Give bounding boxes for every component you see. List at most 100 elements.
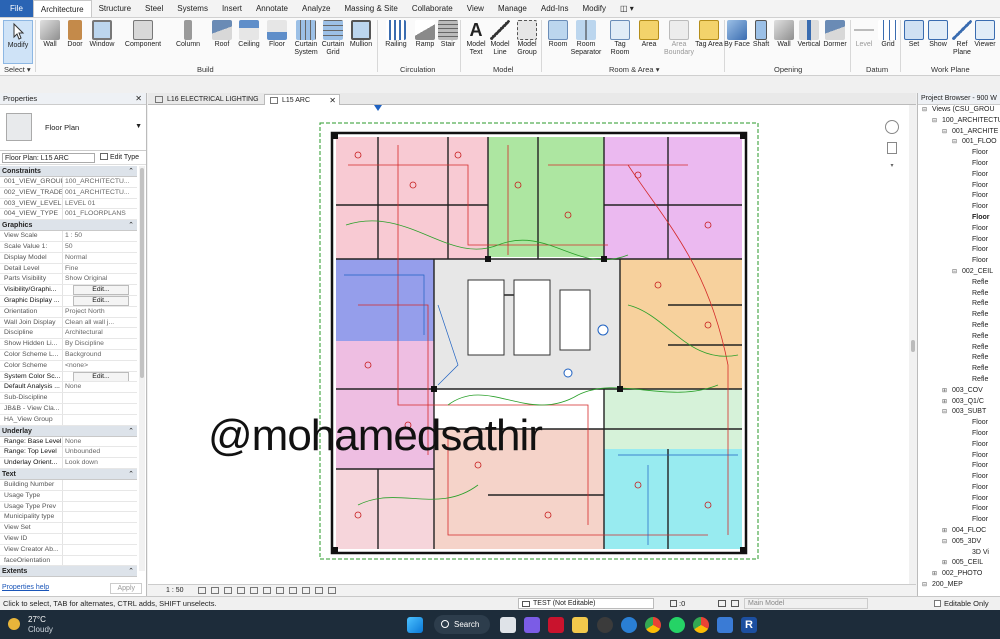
expand-icon[interactable]: ⊞ [942, 526, 947, 537]
column-button[interactable]: Column [173, 20, 203, 49]
property-row[interactable]: System Color Sc... Edit... [0, 371, 137, 383]
tab-structure[interactable]: Structure [92, 0, 138, 17]
chevron-down-icon[interactable]: ▼ [135, 123, 142, 130]
design-options-icon[interactable] [718, 600, 726, 607]
property-value[interactable] [63, 393, 137, 403]
browser-item[interactable]: ⊟ 100_ARCHITECTU [918, 116, 1000, 127]
property-value[interactable] [63, 480, 137, 490]
modify-button[interactable]: Modify [3, 20, 33, 64]
browser-item[interactable]: Floor [918, 504, 1000, 515]
property-value[interactable]: Architectural [63, 328, 137, 338]
property-row[interactable]: Visibility/Graphi... Edit... [0, 285, 137, 296]
property-row[interactable]: Discipline Architectural [0, 328, 137, 340]
property-value[interactable] [63, 534, 137, 544]
chevron-down-icon[interactable]: ▾ [880, 162, 904, 169]
window-button[interactable]: Window [87, 20, 117, 49]
tab-insert[interactable]: Insert [215, 0, 249, 17]
edit-type-button[interactable]: Edit Type [100, 153, 139, 161]
property-value[interactable]: 1 : 50 [63, 231, 137, 241]
property-value[interactable]: 001_FLOORPLANS [63, 209, 137, 219]
component-button[interactable]: Component [125, 20, 161, 49]
property-row[interactable]: Municipality type [0, 512, 137, 524]
browser-item[interactable]: Floor [918, 191, 1000, 202]
model-line-button[interactable]: Model Line [485, 20, 515, 57]
tab-manage[interactable]: Manage [491, 0, 534, 17]
crop-view-icon[interactable] [250, 587, 258, 594]
browser-item[interactable]: Floor [918, 235, 1000, 246]
app-icon[interactable] [548, 617, 564, 633]
property-row[interactable]: HA_View Group [0, 414, 137, 426]
scroll-thumb[interactable] [140, 168, 144, 378]
property-row[interactable]: 001_VIEW_GROUP 100_ARCHITECTU... [0, 177, 137, 188]
apply-button[interactable]: Apply [110, 583, 142, 594]
property-row[interactable]: View Creator Ab... [0, 544, 137, 556]
view-scale[interactable]: 1 : 50 [166, 585, 184, 596]
property-value[interactable]: Project North [63, 307, 137, 317]
expand-icon[interactable]: ⊞ [942, 386, 947, 397]
chrome-icon[interactable] [693, 617, 709, 633]
property-row[interactable]: Color Scheme L... Background [0, 349, 137, 361]
collapse-icon[interactable]: ⊟ [952, 137, 957, 148]
drawing-canvas[interactable]: @mohamedsathir [148, 105, 909, 584]
property-value[interactable]: 001_ARCHITECTU... [63, 188, 137, 198]
dormer-button[interactable]: Dormer [820, 20, 850, 49]
active-workset-dropdown[interactable]: TEST (Not Editable) [518, 598, 654, 609]
curtain-system-button[interactable]: Curtain System [291, 20, 321, 57]
app-icon[interactable] [597, 617, 613, 633]
browser-item[interactable]: Floor [918, 256, 1000, 267]
property-row[interactable]: Parts Visibility Show Original [0, 274, 137, 286]
taskbar-search[interactable]: Search [434, 615, 490, 634]
property-row[interactable]: JB&B - View Cla... [0, 403, 137, 415]
tab-annotate[interactable]: Annotate [249, 0, 295, 17]
collapse-icon[interactable]: ⌃ [128, 426, 134, 437]
property-value[interactable]: Clean all wall j... [63, 318, 137, 328]
collapse-icon[interactable]: ⊟ [922, 105, 927, 116]
section-graphics[interactable]: Graphics ⌃ [0, 220, 137, 232]
area-button[interactable]: Area [634, 20, 664, 49]
property-row[interactable]: Detail Level Fine [0, 263, 137, 275]
expand-icon[interactable]: ⊞ [942, 558, 947, 569]
property-row[interactable]: faceOrientation [0, 555, 137, 567]
browser-item[interactable]: Refle [918, 353, 1000, 364]
property-row[interactable]: Usage Type Prev [0, 501, 137, 513]
floor-plan-drawing[interactable] [148, 105, 909, 584]
browser-item[interactable]: Floor [918, 159, 1000, 170]
property-value[interactable] [63, 556, 137, 566]
property-value[interactable]: Unbounded [63, 447, 137, 457]
edit-button[interactable]: Edit... [63, 371, 137, 382]
steering-wheel-icon[interactable] [885, 120, 899, 134]
property-row[interactable]: Color Scheme <none> [0, 360, 137, 372]
property-value[interactable]: By Discipline [63, 339, 137, 349]
property-value[interactable] [63, 404, 137, 414]
property-row[interactable]: Display Model Normal [0, 252, 137, 264]
collapse-icon[interactable]: ⌃ [128, 220, 134, 231]
expand-icon[interactable]: ⊞ [932, 569, 937, 580]
browser-item[interactable]: Floor [918, 245, 1000, 256]
property-row[interactable]: Orientation Project North [0, 306, 137, 318]
browser-item[interactable]: Refle [918, 375, 1000, 386]
property-row[interactable]: Graphic Display ... Edit... [0, 295, 137, 307]
tag-area-button[interactable]: Tag Area [694, 20, 724, 49]
browser-item[interactable]: Floor [918, 461, 1000, 472]
shadows-icon[interactable] [237, 587, 245, 594]
section-constraints[interactable]: Constraints ⌃ [0, 166, 137, 177]
tab-modify[interactable]: Modify [575, 0, 613, 17]
tab-architecture[interactable]: Architecture [32, 0, 92, 17]
ceiling-button[interactable]: Ceiling [234, 20, 264, 49]
property-row[interactable]: Wall Join Display Clean all wall j... [0, 317, 137, 329]
browser-item[interactable]: Refle [918, 299, 1000, 310]
browser-item[interactable]: Floor [918, 483, 1000, 494]
browser-item[interactable]: ⊞ 003_COV [918, 386, 1000, 397]
property-row[interactable]: Show Hidden Li... By Discipline [0, 339, 137, 350]
browser-item[interactable]: Floor [918, 472, 1000, 483]
instance-dropdown[interactable]: Floor Plan: L15 ARC [2, 153, 95, 163]
properties-scrollbar[interactable] [139, 166, 145, 571]
browser-item[interactable]: Refle [918, 289, 1000, 300]
browser-item[interactable]: ⊞ 004_FLOC [918, 526, 1000, 537]
scroll-thumb[interactable] [911, 340, 915, 352]
property-row[interactable]: Building Number [0, 479, 137, 491]
highlight-displacement-icon[interactable] [328, 587, 336, 594]
section-extents[interactable]: Extents ⌃ [0, 566, 137, 578]
weather-widget[interactable]: 27°C Cloudy [6, 614, 76, 636]
edge-icon[interactable] [621, 617, 637, 633]
